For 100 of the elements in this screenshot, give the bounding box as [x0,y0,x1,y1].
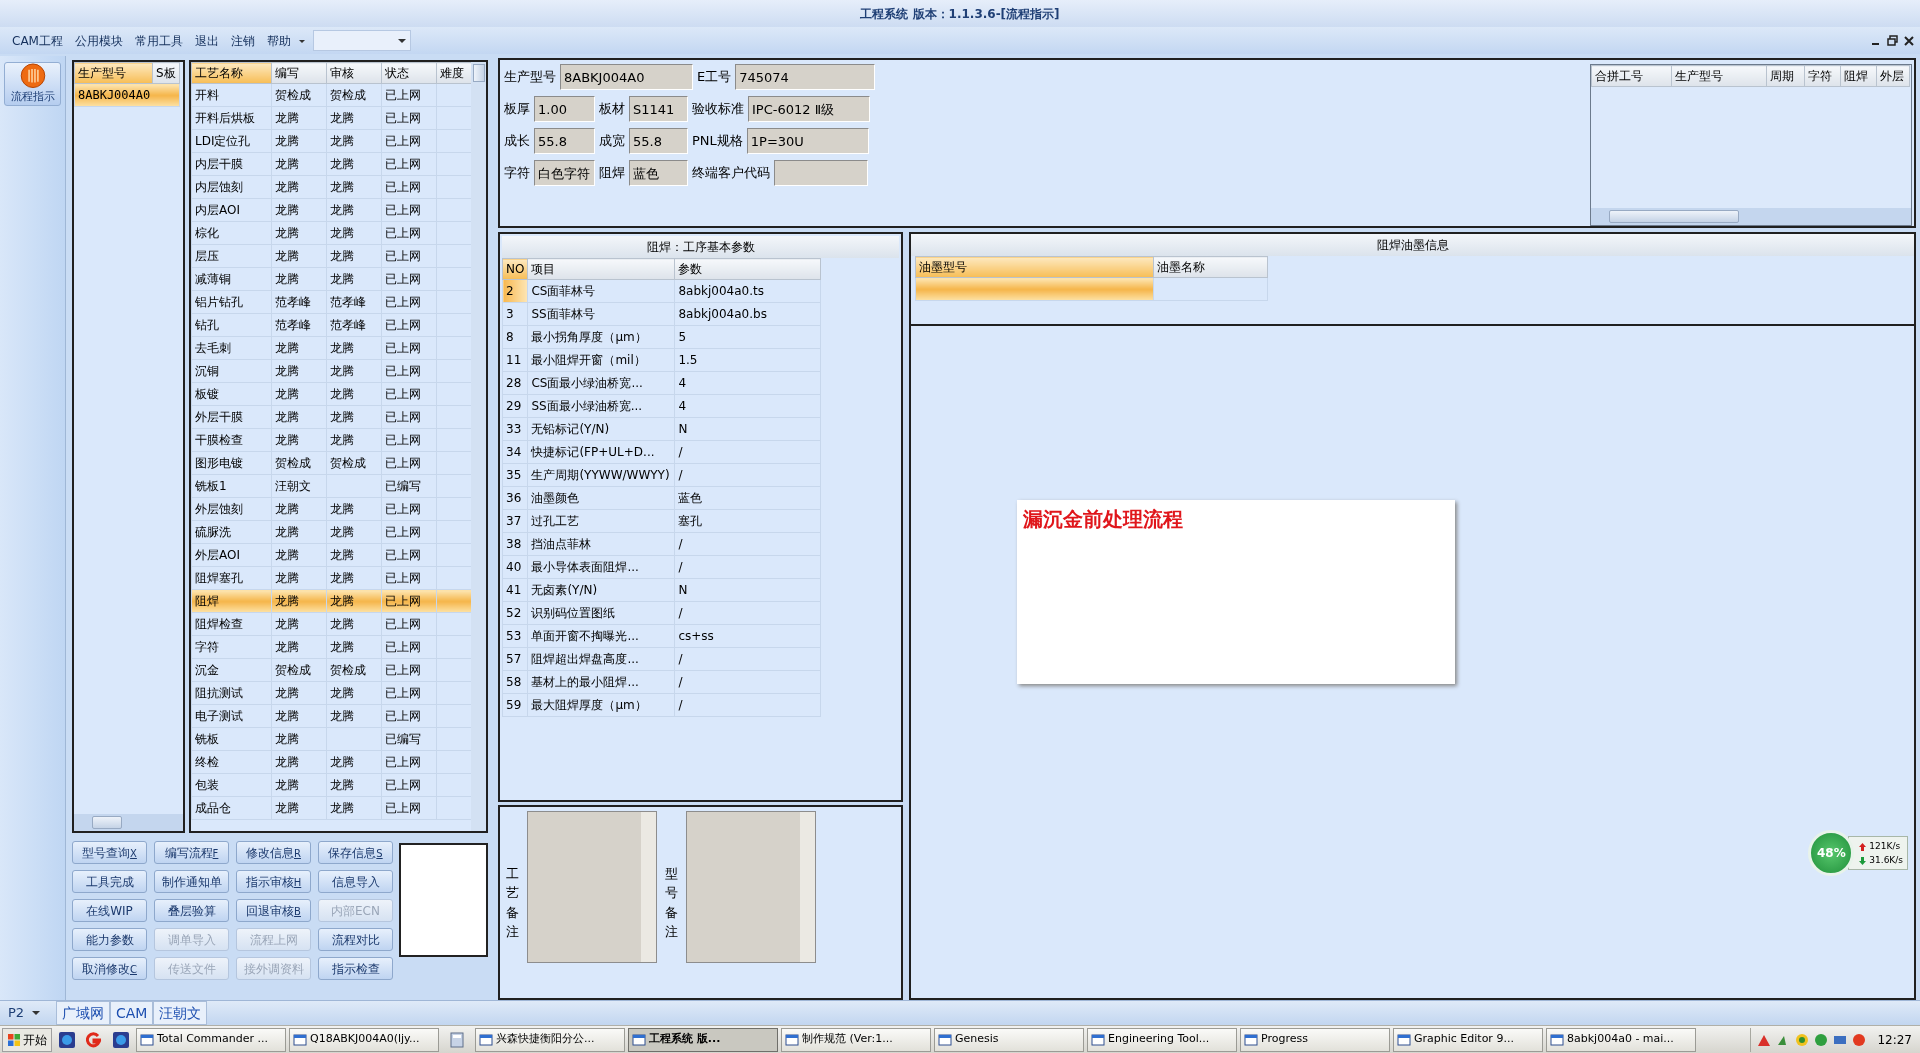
column-header: 工艺名称 [191,62,272,84]
tray-icon[interactable] [1852,1032,1867,1047]
status-tab[interactable]: 广域网 [56,1001,110,1025]
input-field[interactable]: 55.8 [534,128,595,154]
action-button[interactable]: 信息导入 [318,870,393,894]
field-label: 成长 [504,132,530,151]
param-row[interactable]: 29 SS面最小绿油桥宽... 4 [502,394,821,418]
menu-item[interactable]: 常用工具 [128,31,189,50]
param-row[interactable]: 38 挡油点菲林 / [502,532,821,556]
scrollbar[interactable] [471,62,486,832]
column-header: 外层 [1876,65,1910,87]
scrollbar[interactable] [1591,208,1911,225]
param-row[interactable]: 34 快捷标记(FP+UL+D... / [502,440,821,464]
taskbar-button[interactable]: 8abkj004a0 - mai... [1546,1027,1696,1052]
action-button[interactable]: 在线WIP [72,899,147,923]
field-label: 阻焊 [599,164,625,183]
calculator-icon[interactable] [450,1031,464,1048]
action-button[interactable]: 型号查询X [72,841,147,865]
param-row[interactable]: 41 无卤素(Y/N) N [502,578,821,602]
tray-icon[interactable] [1814,1032,1829,1047]
input-field[interactable]: 1P=30U [746,128,869,154]
param-row[interactable]: 53 单面开窗不掏曝光... cs+ss [502,624,821,648]
taskbar-button[interactable]: Genesis [934,1027,1084,1052]
menu-item[interactable]: 退出 [188,31,225,50]
input-field[interactable]: 55.8 [629,128,688,154]
param-row[interactable]: 57 阻焊超出焊盘高度... / [502,647,821,671]
orb-icon [19,63,46,89]
taskbar-button[interactable]: Progress [1240,1027,1390,1052]
taskbar-button[interactable]: 制作规范 (Ver:1... [781,1027,931,1052]
param-row[interactable]: 36 油墨颜色 蓝色 [502,486,821,510]
input-field[interactable]: 蓝色 [629,160,688,186]
scrollbar[interactable] [641,812,656,962]
action-button[interactable]: 指示检查 [318,957,393,981]
action-button[interactable]: 取消修改C [72,957,147,981]
menu-item[interactable]: 注销 [224,31,261,50]
field-label: PNL规格 [692,132,743,151]
taskbar-button[interactable]: Graphic Editor 9... [1393,1027,1543,1052]
window-icon [293,1032,307,1047]
field-label: 板材 [599,100,625,119]
model-row[interactable]: 8ABKJ004A0 [74,83,180,107]
taskbar-button[interactable]: 兴森快捷衡阳分公... [475,1027,625,1052]
globe-icon[interactable] [59,1031,75,1048]
field-label: 终端客户代码 [692,164,770,183]
scrollbar[interactable] [800,812,815,962]
restore-icon[interactable] [1887,34,1898,47]
globe-icon[interactable] [113,1031,129,1048]
column-header: 生产型号 [1671,65,1767,87]
param-row[interactable]: 58 基材上的最小阻焊... / [502,670,821,694]
action-button[interactable]: 指示审核H [236,870,311,894]
status-tab[interactable]: 汪朝文 [153,1001,208,1025]
column-header: 周期 [1766,65,1805,87]
column-header: 审核 [326,62,382,84]
column-header: 生产型号 [74,62,153,84]
input-field[interactable]: S1141 [629,96,688,122]
param-row[interactable]: 28 CS面最小绿油桥宽... 4 [502,371,821,395]
input-field[interactable]: 745074 [735,64,876,90]
param-row[interactable]: 33 无铅标记(Y/N) N [502,417,821,441]
page-selector[interactable]: P2 [0,1001,56,1025]
action-button[interactable]: 叠层验算 [154,899,229,923]
action-button[interactable]: 能力参数 [72,928,147,952]
action-button[interactable]: 编写流程F [154,841,229,865]
action-button[interactable]: 回退审核B [236,899,311,923]
action-button[interactable]: 流程对比 [318,928,393,952]
column-header: 状态 [381,62,437,84]
param-row[interactable]: 40 最小导体表面阻焊... / [502,555,821,579]
tray-icon[interactable] [1795,1032,1810,1047]
param-row[interactable]: 2 CS面菲林号 8abkj004a0.ts [502,279,821,303]
input-field[interactable]: 8ABKJ004A0 [560,64,693,90]
menu-item[interactable]: 帮助 [260,31,297,50]
param-row[interactable]: 11 最小阻焊开窗（mil） 1.5 [502,348,821,372]
close-icon[interactable] [1904,34,1914,47]
taskbar-button[interactable]: Q18ABKJ004A0(ljy... [289,1027,439,1052]
input-field[interactable]: 1.00 [534,96,595,122]
nav-button[interactable]: 流程指示 [4,62,61,106]
taskbar-button[interactable]: Total Commander ... [136,1027,286,1052]
param-row[interactable]: 35 生产周期(YYWW/WWYY) / [502,463,821,487]
param-row[interactable]: 3 SS面菲林号 8abkj004a0.bs [502,302,821,326]
memo-field[interactable] [527,811,657,963]
input-field[interactable] [774,160,868,186]
input-field[interactable]: IPC-6012 Ⅱ级 [748,96,870,122]
input-field[interactable]: 白色字符 [534,160,595,186]
scrollbar[interactable] [74,814,183,832]
taskbar-button[interactable]: 工程系统 版... [628,1027,778,1052]
app-icon[interactable] [86,1031,102,1048]
menu-item[interactable]: 公用模块 [68,31,129,50]
memo-field[interactable] [686,811,816,963]
action-button[interactable]: 制作通知单 [154,870,229,894]
status-tab[interactable]: CAM [110,1001,154,1025]
action-button[interactable]: 工具完成 [72,870,147,894]
process-row[interactable]: 阻焊 龙腾 龙腾 已上网 [191,589,473,613]
action-button[interactable]: 保存信息S [318,841,393,865]
param-row[interactable]: 52 识别码位置图纸 / [502,601,821,625]
param-row[interactable]: 59 最大阻焊厚度（μm） / [502,693,821,717]
start-button[interactable]: 开始 [2,1027,52,1052]
taskbar-button[interactable]: Engineering Tool... [1087,1027,1237,1052]
menu-item[interactable]: CAM工程 [6,31,69,50]
param-row[interactable]: 37 过孔工艺 塞孔 [502,509,821,533]
param-row[interactable]: 8 最小拐角厚度（μm） 5 [502,325,821,349]
field-label: 板厚 [504,100,530,119]
action-button[interactable]: 修改信息R [236,841,311,865]
